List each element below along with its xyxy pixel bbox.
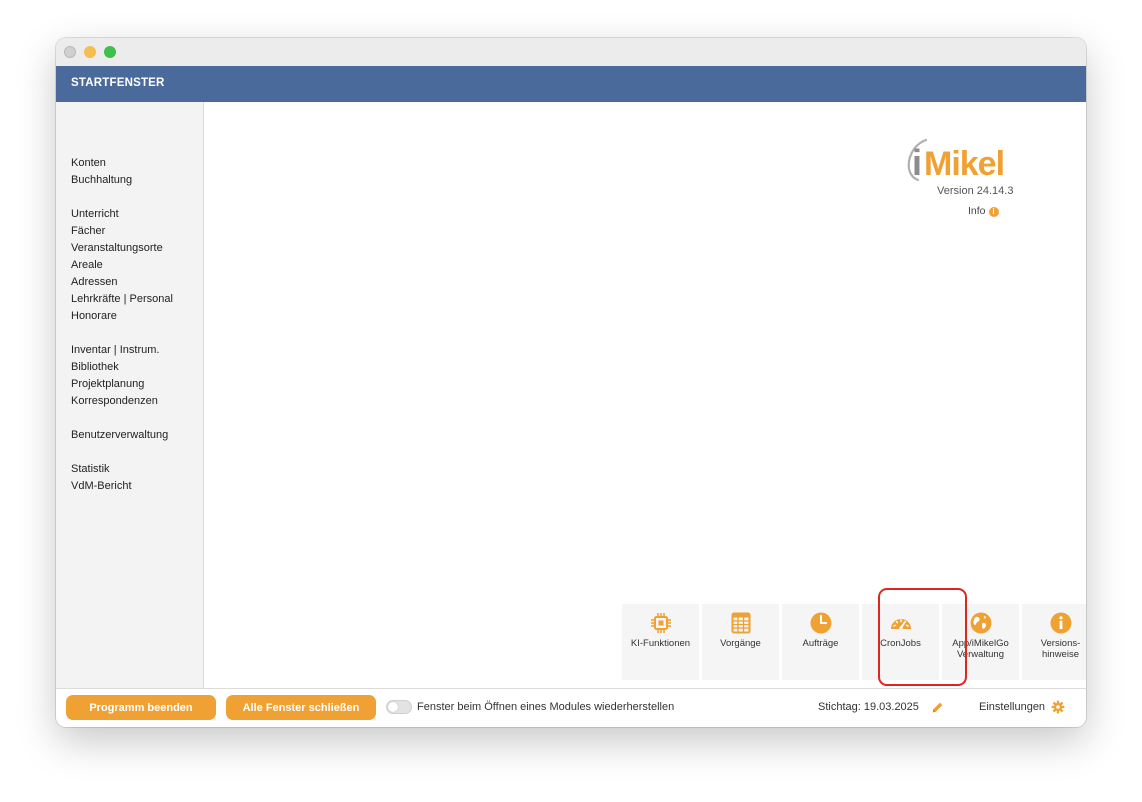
sidebar-item-benutzerverwaltung[interactable]: Benutzerverwaltung bbox=[71, 428, 168, 442]
info-link[interactable]: Info i bbox=[968, 205, 999, 217]
footer-bar: Programm beenden Alle Fenster schließen … bbox=[56, 688, 1086, 727]
imikel-logo: i Mikel bbox=[907, 138, 1005, 183]
sidebar-item-veranstaltungsorte[interactable]: Veranstaltungsorte bbox=[71, 241, 163, 255]
app-window: STARTFENSTER Konten Buchhaltung Unterric… bbox=[56, 38, 1086, 727]
tile-auftraege[interactable]: Aufträge bbox=[782, 604, 859, 680]
table-icon bbox=[731, 612, 751, 634]
title-bar bbox=[56, 38, 1086, 66]
pencil-icon[interactable] bbox=[931, 701, 944, 714]
toggle-knob bbox=[388, 702, 398, 712]
main-area: i Mikel Version 24.14.3 Info i KI-Funktio… bbox=[204, 102, 1086, 688]
version-label: Version 24.14.3 bbox=[937, 185, 1014, 197]
chip-icon bbox=[651, 613, 671, 633]
tile-label: Versions- hinweise bbox=[1040, 638, 1081, 660]
highlight-frame bbox=[878, 588, 967, 686]
logo-letter-i: i bbox=[912, 142, 922, 183]
globe-icon bbox=[970, 612, 992, 634]
sidebar-item-konten[interactable]: Konten bbox=[71, 156, 106, 170]
sidebar-item-projektplanung[interactable]: Projektplanung bbox=[71, 377, 144, 391]
info-label: Info bbox=[968, 205, 986, 217]
window-title: STARTFENSTER bbox=[71, 77, 165, 89]
tile-versionshinweise[interactable]: Versions- hinweise bbox=[1022, 604, 1086, 680]
sidebar-item-buchhaltung[interactable]: Buchhaltung bbox=[71, 173, 132, 187]
clock-icon bbox=[810, 612, 832, 634]
sidebar-item-inventar[interactable]: Inventar | Instrum. bbox=[71, 343, 159, 357]
settings-link[interactable]: Einstellungen bbox=[979, 701, 1045, 713]
gear-icon[interactable] bbox=[1051, 700, 1065, 714]
tile-label: KI-Funktionen bbox=[630, 638, 691, 649]
quit-button[interactable]: Programm beenden bbox=[66, 695, 216, 720]
sidebar-item-korrespondenzen[interactable]: Korrespondenzen bbox=[71, 394, 158, 408]
restore-windows-label: Fenster beim Öffnen eines Modules wieder… bbox=[417, 701, 675, 713]
zoom-window-button[interactable] bbox=[104, 46, 116, 58]
sidebar-item-vdm-bericht[interactable]: VdM-Bericht bbox=[71, 479, 132, 493]
stichtag-label: Stichtag: 19.03.2025 bbox=[818, 701, 919, 713]
sidebar-item-faecher[interactable]: Fächer bbox=[71, 224, 105, 238]
info-circle-icon: i bbox=[988, 207, 999, 217]
tile-label: Aufträge bbox=[802, 638, 839, 649]
logo-wordmark: Mikel bbox=[924, 145, 1004, 183]
sidebar-item-adressen[interactable]: Adressen bbox=[71, 275, 117, 289]
info-icon bbox=[1050, 612, 1072, 634]
sidebar-item-areale[interactable]: Areale bbox=[71, 258, 103, 272]
sidebar-item-honorare[interactable]: Honorare bbox=[71, 309, 117, 323]
close-all-windows-button[interactable]: Alle Fenster schließen bbox=[226, 695, 376, 720]
tile-vorgaenge[interactable]: Vorgänge bbox=[702, 604, 779, 680]
tile-label: Vorgänge bbox=[720, 638, 761, 649]
tile-ki-funktionen[interactable]: KI-Funktionen bbox=[622, 604, 699, 680]
sidebar-item-unterricht[interactable]: Unterricht bbox=[71, 207, 119, 221]
close-window-button[interactable] bbox=[64, 46, 76, 58]
window-header: STARTFENSTER bbox=[56, 66, 1086, 102]
minimize-window-button[interactable] bbox=[84, 46, 96, 58]
sidebar-item-statistik[interactable]: Statistik bbox=[71, 462, 110, 476]
sidebar: Konten Buchhaltung Unterricht Fächer Ver… bbox=[56, 102, 204, 688]
restore-windows-toggle[interactable] bbox=[386, 700, 412, 714]
sidebar-item-lehrkraefte[interactable]: Lehrkräfte | Personal bbox=[71, 292, 173, 306]
sidebar-item-bibliothek[interactable]: Bibliothek bbox=[71, 360, 119, 374]
